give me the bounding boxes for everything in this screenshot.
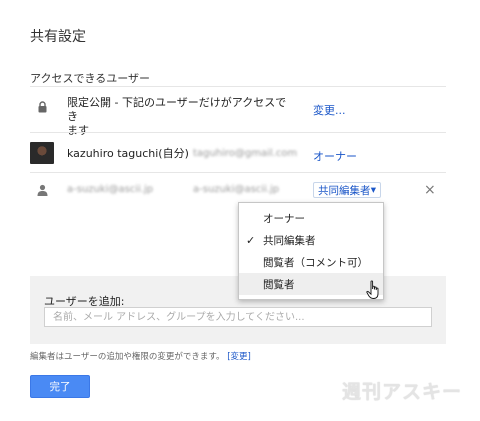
hand-cursor-icon xyxy=(366,280,382,304)
check-icon: ✓ xyxy=(246,233,256,247)
role-dropdown[interactable]: 共同編集者 ▾ xyxy=(313,182,381,198)
change-permissions-link[interactable]: [変更] xyxy=(227,352,251,362)
menu-item-viewer-label: 閲覧者 xyxy=(263,278,295,291)
divider xyxy=(30,172,446,173)
divider xyxy=(30,132,446,133)
avatar xyxy=(30,142,54,164)
visibility-description-line-1: 限定公開 - 下記のユーザーだけがアクセスでき xyxy=(67,96,287,123)
menu-item-owner-label: オーナー xyxy=(263,212,305,225)
role-dropdown-value: 共同編集者 xyxy=(318,184,371,197)
add-user-input[interactable] xyxy=(44,307,432,327)
owner-email: taguhiro@gmail.com xyxy=(193,148,298,159)
collaborator-name: a-suzuki@ascii.jp xyxy=(67,184,154,195)
chevron-down-icon: ▾ xyxy=(370,184,376,196)
owner-role-label: オーナー xyxy=(313,150,357,163)
watermark: 週刊アスキー xyxy=(342,381,463,403)
menu-item-owner[interactable]: オーナー xyxy=(239,207,383,229)
collaborator-email: a-suzuki@ascii.jp xyxy=(193,184,280,195)
menu-item-commenter-label: 閲覧者（コメント可） xyxy=(263,256,368,269)
done-button[interactable]: 完了 xyxy=(30,375,90,398)
owner-name: kazuhiro taguchi(自分) xyxy=(67,147,189,160)
dialog-title: 共有設定 xyxy=(30,29,86,45)
role-menu: オーナー ✓ 共同編集者 閲覧者（コメント可） 閲覧者 xyxy=(238,202,384,300)
menu-item-viewer[interactable]: 閲覧者 xyxy=(239,273,383,295)
menu-item-editor-label: 共同編集者 xyxy=(263,234,316,247)
menu-item-commenter[interactable]: 閲覧者（コメント可） xyxy=(239,251,383,273)
footnote-text: 編集者はユーザーの追加や権限の変更ができます。 xyxy=(30,352,225,362)
visibility-description-line-2: ます xyxy=(67,124,89,137)
footnote: 編集者はユーザーの追加や権限の変更ができます。 [変更] xyxy=(30,350,251,362)
remove-user-icon[interactable]: × xyxy=(424,182,436,198)
person-icon xyxy=(35,183,49,197)
divider xyxy=(30,86,446,87)
change-visibility-link[interactable]: 変更... xyxy=(313,102,346,118)
section-label: アクセスできるユーザー xyxy=(30,72,151,85)
menu-item-editor[interactable]: ✓ 共同編集者 xyxy=(239,229,383,251)
lock-icon xyxy=(35,100,49,114)
